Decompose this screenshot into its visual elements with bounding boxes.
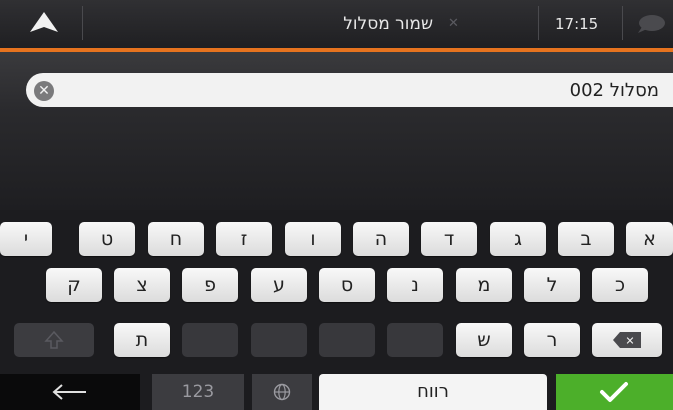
key-samekh[interactable]: ס xyxy=(319,268,375,302)
speech-bubble-icon[interactable] xyxy=(636,14,666,34)
key-alef[interactable]: א xyxy=(626,222,673,256)
key-qof[interactable]: ק xyxy=(46,268,102,302)
checkmark-icon xyxy=(600,382,628,402)
globe-icon xyxy=(273,383,291,401)
key-he[interactable]: ה xyxy=(353,222,409,256)
key-resh[interactable]: ר xyxy=(524,323,580,357)
key-pe[interactable]: פ xyxy=(182,268,238,302)
key-tsadi[interactable]: צ xyxy=(114,268,170,302)
numbers-key[interactable]: 123 xyxy=(152,374,244,410)
key-dalet[interactable]: ד xyxy=(421,222,477,256)
key-nun[interactable]: נ xyxy=(387,268,443,302)
top-bar: ✕ שמור מסלול 17:15 xyxy=(0,0,673,52)
backspace-key[interactable]: ✕ xyxy=(592,323,662,357)
left-arrow-icon xyxy=(52,384,86,400)
page-title: שמור מסלול xyxy=(343,14,433,34)
key-zayin[interactable]: ז xyxy=(216,222,272,256)
shift-key[interactable] xyxy=(14,323,94,357)
key-shin[interactable]: ש xyxy=(456,323,512,357)
key-yod[interactable]: י xyxy=(0,222,52,256)
key-gimel[interactable]: ג xyxy=(490,222,546,256)
clear-circle-icon[interactable]: ✕ xyxy=(34,81,54,101)
clock: 17:15 xyxy=(555,15,599,33)
close-icon[interactable]: ✕ xyxy=(448,16,459,31)
navigation-arrow-icon[interactable] xyxy=(28,10,60,36)
blank-key xyxy=(251,323,307,357)
key-kaf[interactable]: כ xyxy=(592,268,648,302)
back-button[interactable] xyxy=(0,374,140,410)
key-bet[interactable]: ב xyxy=(558,222,614,256)
divider xyxy=(622,6,623,40)
key-ayin[interactable]: ע xyxy=(251,268,307,302)
divider xyxy=(538,6,539,40)
svg-text:✕: ✕ xyxy=(625,335,634,348)
blank-key xyxy=(182,323,238,357)
space-key[interactable]: רווח xyxy=(319,374,547,410)
key-vav[interactable]: ו xyxy=(285,222,341,256)
shift-icon xyxy=(44,330,64,349)
language-key[interactable] xyxy=(252,374,312,410)
key-lamed[interactable]: ל xyxy=(524,268,580,302)
key-tav[interactable]: ת xyxy=(114,323,170,357)
blank-key xyxy=(387,323,443,357)
key-mem[interactable]: מ xyxy=(456,268,512,302)
backspace-icon: ✕ xyxy=(613,332,641,348)
route-name-value: מסלול 002 xyxy=(569,80,659,101)
blank-key xyxy=(319,323,375,357)
done-button[interactable] xyxy=(556,374,673,410)
key-tet[interactable]: ט xyxy=(79,222,135,256)
divider xyxy=(82,6,83,40)
key-het[interactable]: ח xyxy=(148,222,204,256)
